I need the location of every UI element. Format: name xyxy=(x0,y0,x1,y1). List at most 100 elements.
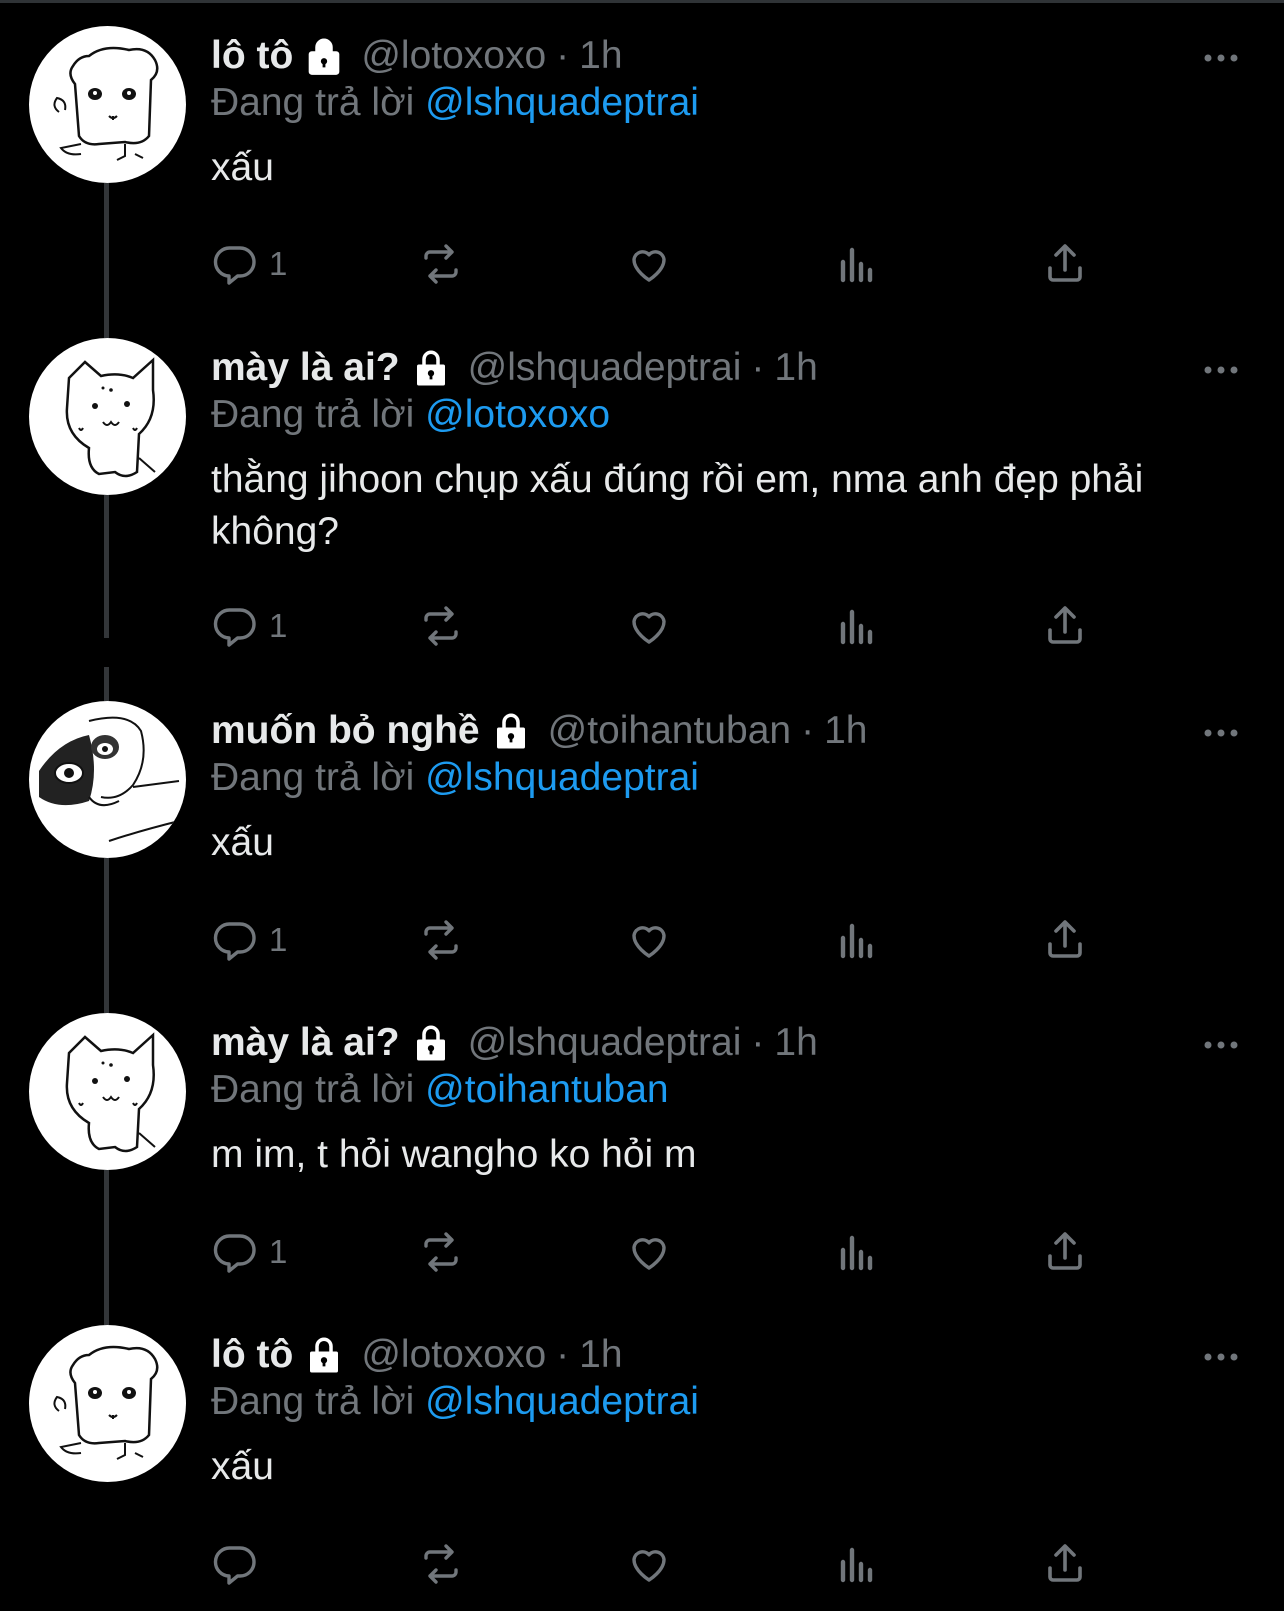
replying-to: Đang trả lời @lshquadeptrai xyxy=(211,1380,699,1424)
tweet[interactable]: lô tô @lotoxoxo · 1h Đang trả lời @lshqu… xyxy=(0,1291,1284,1611)
display-name[interactable]: lô tô xyxy=(211,34,293,78)
analytics-icon xyxy=(840,609,873,645)
thread-connector xyxy=(104,979,109,1013)
analytics-button[interactable] xyxy=(833,1224,881,1280)
mention-link[interactable]: @lshquadeptrai xyxy=(425,1380,699,1423)
reply-count: 1 xyxy=(269,921,288,958)
share-icon xyxy=(1048,606,1082,644)
cat-sketch-avatar xyxy=(65,357,156,478)
replying-to-label: Đang trả lời xyxy=(211,1068,415,1111)
more-options-icon[interactable] xyxy=(1199,1335,1243,1379)
avatar[interactable] xyxy=(29,26,186,183)
share-button[interactable] xyxy=(1041,1224,1089,1280)
more-options-icon[interactable] xyxy=(1199,36,1243,80)
mention-link[interactable]: @lshquadeptrai xyxy=(425,81,699,124)
thread-connector xyxy=(104,495,109,638)
timestamp[interactable]: 1h xyxy=(774,1021,817,1065)
like-button[interactable] xyxy=(625,912,673,968)
share-button[interactable] xyxy=(1041,1536,1089,1592)
more-options-icon[interactable] xyxy=(1199,1023,1243,1067)
share-icon xyxy=(1048,1232,1082,1270)
retweet-icon xyxy=(424,920,458,960)
timestamp[interactable]: 1h xyxy=(774,346,817,390)
separator: · xyxy=(751,346,765,389)
like-button[interactable] xyxy=(625,598,673,654)
reply-icon xyxy=(213,1234,256,1273)
timestamp[interactable]: 1h xyxy=(579,34,622,78)
analytics-button[interactable] xyxy=(833,236,881,292)
display-name[interactable]: mày là ai? xyxy=(211,1021,400,1065)
analytics-icon xyxy=(840,1235,873,1271)
tweet-text: m im, t hỏi wangho ko hỏi m xyxy=(211,1133,697,1176)
thread-connector xyxy=(104,1291,109,1325)
mention-link[interactable]: @toihantuban xyxy=(425,1068,668,1111)
like-button[interactable] xyxy=(625,236,673,292)
avatar[interactable] xyxy=(29,1325,186,1482)
mention-link[interactable]: @lshquadeptrai xyxy=(425,756,699,799)
share-button[interactable] xyxy=(1041,236,1089,292)
handle[interactable]: @lshquadeptrai xyxy=(468,1021,742,1065)
tweet[interactable]: lô tô @lotoxoxo · 1h Đang trả lời @lshqu… xyxy=(0,0,1284,326)
like-button[interactable] xyxy=(625,1224,673,1280)
replying-to-label: Đang trả lời xyxy=(211,81,415,124)
reply-button[interactable]: 1 xyxy=(211,236,287,292)
replying-to: Đang trả lời @lshquadeptrai xyxy=(211,756,699,800)
mention-link[interactable]: @lotoxoxo xyxy=(425,393,610,436)
tweet-text: xấu xyxy=(211,146,274,189)
display-name[interactable]: muốn bỏ nghề xyxy=(211,709,480,753)
replying-to: Đang trả lời @lotoxoxo xyxy=(211,393,610,437)
reply-button[interactable]: 1 xyxy=(211,912,287,968)
retweet-button[interactable] xyxy=(417,598,465,654)
analytics-icon xyxy=(840,1547,873,1583)
heart-icon xyxy=(632,612,666,644)
more-options-icon[interactable] xyxy=(1199,348,1243,392)
tweet-header: mày là ai? @lshquadeptrai · 1h xyxy=(211,1017,818,1069)
tweet[interactable]: mày là ai? @lshquadeptrai · 1h Đang trả … xyxy=(0,979,1284,1313)
heart-icon xyxy=(632,926,666,958)
share-button[interactable] xyxy=(1041,912,1089,968)
replying-to-label: Đang trả lời xyxy=(211,393,415,436)
retweet-button[interactable] xyxy=(417,1536,465,1592)
analytics-button[interactable] xyxy=(833,1536,881,1592)
reply-count: 1 xyxy=(269,245,288,282)
more-options-icon[interactable] xyxy=(1199,711,1243,755)
cat-sketch-avatar xyxy=(65,1032,156,1153)
analytics-button[interactable] xyxy=(833,912,881,968)
action-bar: 1 xyxy=(211,236,1131,292)
handle[interactable]: @lotoxoxo xyxy=(361,1333,546,1377)
dog-sketch-avatar xyxy=(53,1345,159,1460)
display-name[interactable]: mày là ai? xyxy=(211,346,400,390)
separator: · xyxy=(556,1333,570,1376)
reply-button[interactable]: 1 xyxy=(211,1224,287,1280)
replying-to: Đang trả lời @lshquadeptrai xyxy=(211,81,699,125)
share-button[interactable] xyxy=(1041,598,1089,654)
retweet-button[interactable] xyxy=(417,1224,465,1280)
lock-icon xyxy=(309,38,340,75)
analytics-icon xyxy=(840,923,873,959)
timestamp[interactable]: 1h xyxy=(824,709,867,753)
analytics-button[interactable] xyxy=(833,598,881,654)
retweet-button[interactable] xyxy=(417,236,465,292)
lock-icon xyxy=(310,1337,339,1373)
replying-to-label: Đang trả lời xyxy=(211,756,415,799)
reply-icon xyxy=(213,922,256,961)
handle[interactable]: @lshquadeptrai xyxy=(468,346,742,390)
avatar[interactable] xyxy=(29,1013,186,1170)
avatar[interactable] xyxy=(29,701,186,858)
display-name[interactable]: lô tô xyxy=(211,1333,293,1377)
tweet[interactable]: mày là ai? @lshquadeptrai · 1h Đang trả … xyxy=(0,304,1284,647)
reply-button[interactable]: 1 xyxy=(211,598,287,654)
separator: · xyxy=(801,709,815,752)
tweet-header: lô tô @lotoxoxo · 1h xyxy=(211,30,623,82)
tweet[interactable]: muốn bỏ nghề @toihantuban · 1h Đang trả … xyxy=(0,667,1284,1001)
handle[interactable]: @lotoxoxo xyxy=(361,34,546,78)
reply-button[interactable] xyxy=(211,1536,269,1592)
retweet-icon xyxy=(424,606,458,646)
timestamp[interactable]: 1h xyxy=(579,1333,622,1377)
thread-connector xyxy=(104,304,109,338)
handle[interactable]: @toihantuban xyxy=(548,709,791,753)
retweet-icon xyxy=(424,1232,458,1272)
like-button[interactable] xyxy=(625,1536,673,1592)
avatar[interactable] xyxy=(29,338,186,495)
retweet-button[interactable] xyxy=(417,912,465,968)
